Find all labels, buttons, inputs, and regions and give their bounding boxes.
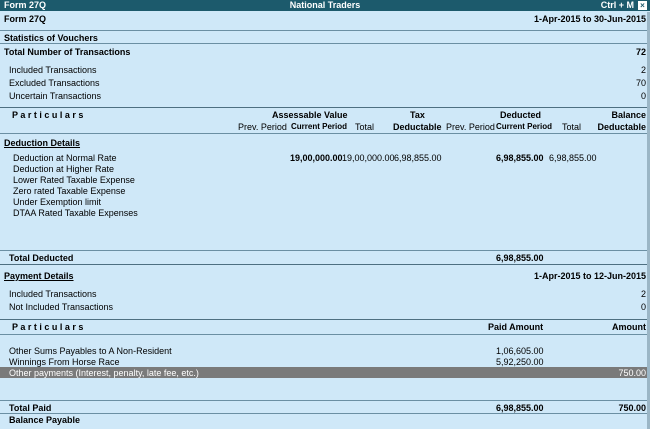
excluded-transactions-value: 70 xyxy=(635,78,646,88)
divider xyxy=(0,107,650,108)
total-amount-value: 750.00 xyxy=(618,403,646,413)
balance-payable-label: Balance Payable xyxy=(9,415,81,425)
payment-row-paid: 1,06,605.00 xyxy=(496,346,544,356)
total-transactions-value: 72 xyxy=(635,47,646,57)
col-particulars: P a r t i c u l a r s xyxy=(12,110,84,120)
close-icon[interactable]: × xyxy=(638,1,647,10)
total-paid-value: 6,98,855.00 xyxy=(496,403,544,413)
payment-col-amount: Amount xyxy=(612,322,646,332)
deduction-row-label[interactable]: Deduction at Normal Rate xyxy=(13,153,117,163)
payment-included-label[interactable]: Included Transactions xyxy=(9,289,97,299)
col-av-current-period: Current Period xyxy=(291,122,348,131)
col-deducted: Deducted xyxy=(500,110,542,120)
payment-row-label[interactable]: Winnings From Horse Race xyxy=(9,357,120,367)
deduction-row-av-total: 19,00,000.00 xyxy=(342,153,395,163)
col-assessable-value: Assessable Value xyxy=(272,110,348,120)
total-deducted-label: Total Deducted xyxy=(9,253,74,263)
payment-col-paid-amount: Paid Amount xyxy=(488,322,544,332)
deduction-row-label[interactable]: Zero rated Taxable Expense xyxy=(13,186,125,196)
deduction-row-label[interactable]: Deduction at Higher Rate xyxy=(13,164,114,174)
deduction-row-label[interactable]: Lower Rated Taxable Expense xyxy=(13,175,135,185)
col-av-total: Total xyxy=(355,122,375,132)
title-bar: Form 27Q National Traders Ctrl + M × xyxy=(0,0,650,11)
deduction-row-label[interactable]: Under Exemption limit xyxy=(13,197,101,207)
divider xyxy=(0,133,650,134)
divider xyxy=(0,250,650,251)
deduction-row-label[interactable]: DTAA Rated Taxable Expenses xyxy=(13,208,138,218)
payment-details-title: Payment Details xyxy=(4,271,74,281)
payment-period[interactable]: 1-Apr-2015 to 12-Jun-2015 xyxy=(534,271,646,281)
divider xyxy=(0,400,650,401)
total-deducted-value: 6,98,855.00 xyxy=(496,253,544,263)
col-ded-total: Total xyxy=(562,122,582,132)
payment-row-paid: 5,92,250.00 xyxy=(496,357,544,367)
stats-title: Statistics of Vouchers xyxy=(4,33,98,43)
included-transactions-label[interactable]: Included Transactions xyxy=(9,65,97,75)
col-ded-current-period: Current Period xyxy=(496,122,553,131)
divider xyxy=(0,264,650,265)
payment-row-amount-selected: 750.00 xyxy=(618,368,646,378)
col-ded-prev-period: Prev. Period xyxy=(446,122,495,132)
divider xyxy=(0,319,650,320)
col-tax-deductable: Deductable xyxy=(393,122,442,132)
deduction-details-title: Deduction Details xyxy=(4,138,81,148)
divider xyxy=(0,413,650,414)
payment-not-included-value: 0 xyxy=(640,302,646,312)
deduction-row-ded-total: 6,98,855.00 xyxy=(549,153,597,163)
report-period[interactable]: 1-Apr-2015 to 30-Jun-2015 xyxy=(534,14,646,24)
total-paid-label: Total Paid xyxy=(9,403,52,413)
uncertain-transactions-label[interactable]: Uncertain Transactions xyxy=(9,91,101,101)
col-av-prev-period: Prev. Period xyxy=(238,122,287,132)
deduction-row-tax: 6,98,855.00 xyxy=(394,153,442,163)
total-transactions-label[interactable]: Total Number of Transactions xyxy=(4,47,130,57)
uncertain-transactions-value: 0 xyxy=(640,91,646,101)
deduction-row-ded-current: 6,98,855.00 xyxy=(496,153,544,163)
form-name: Form 27Q xyxy=(4,14,47,24)
shortcut-hint: Ctrl + M xyxy=(600,0,634,10)
divider xyxy=(0,30,650,31)
included-transactions-value: 2 xyxy=(640,65,646,75)
deduction-row-av-current: 19,00,000.00 xyxy=(290,153,343,163)
company-name: National Traders xyxy=(289,0,361,10)
divider xyxy=(0,43,650,44)
col-tax: Tax xyxy=(410,110,425,120)
payment-col-particulars: P a r t i c u l a r s xyxy=(12,322,84,332)
divider xyxy=(0,334,650,335)
col-balance: Balance xyxy=(611,110,646,120)
excluded-transactions-label[interactable]: Excluded Transactions xyxy=(9,78,100,88)
payment-included-value: 2 xyxy=(640,289,646,299)
payment-row-label[interactable]: Other Sums Payables to A Non-Resident xyxy=(9,346,172,356)
col-balance-deductable: Deductable xyxy=(597,122,646,132)
payment-row-label-selected[interactable]: Other payments (Interest, penalty, late … xyxy=(9,368,199,378)
payment-not-included-label[interactable]: Not Included Transactions xyxy=(9,302,113,312)
